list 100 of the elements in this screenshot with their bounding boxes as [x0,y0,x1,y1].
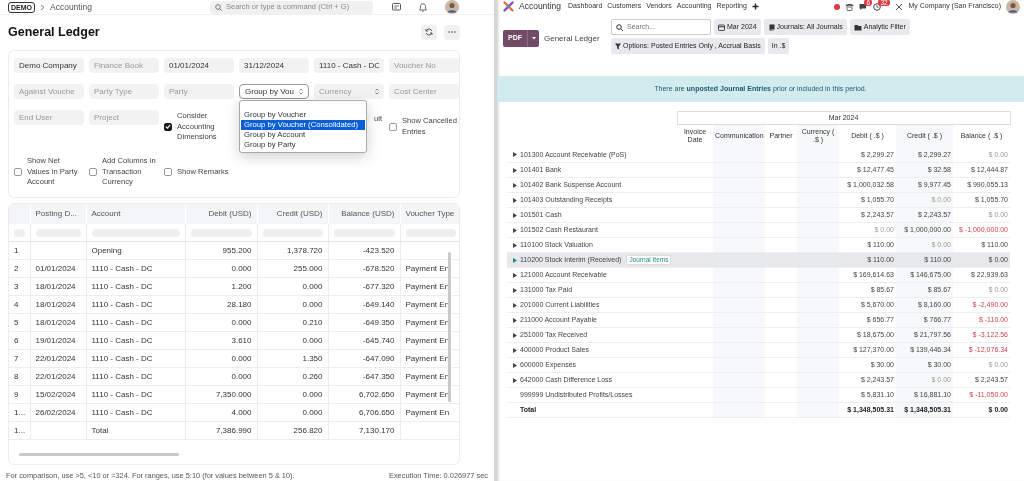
filter-field[interactable]: Party Type [89,83,159,99]
filter-field[interactable]: 31/12/2024 [239,57,309,73]
clock-icon[interactable] [873,2,882,11]
table-cell: Opening [86,241,185,260]
table-cell: 1110 - Cash - DC [86,349,185,368]
chevron-icon [40,3,45,11]
chat-icon[interactable] [859,2,869,11]
checkbox[interactable] [389,122,397,131]
row-number: 6 [9,331,30,350]
table-cell: 6,706.650 [328,403,400,422]
table-cell: -423.520 [328,241,400,260]
table-cell: -645.740 [328,331,400,350]
checkbox[interactable] [164,122,172,131]
checkbox[interactable] [89,167,97,176]
row-number: 1 [9,241,30,260]
folder-icon [853,23,862,31]
expand-caret-icon[interactable] [513,197,517,203]
filter-field[interactable]: Voucher No [389,57,459,73]
table-cell: 0.000 [257,385,328,404]
calendar-icon [718,23,725,31]
row-number: 4 [9,295,30,314]
row-number: 3 [9,277,30,296]
expand-caret-icon[interactable] [513,212,517,218]
filter-field[interactable]: Party [164,83,234,99]
expand-caret-icon[interactable] [513,242,517,248]
table-cell: 1110 - Cash - DC [86,259,185,278]
table-cell: 1110 - Cash - DC [86,277,185,296]
table-cell: -647.350 [328,367,400,386]
phone-icon[interactable] [845,2,855,11]
column-header: Balance (USD) [328,203,400,224]
expand-caret-icon[interactable] [513,182,517,188]
table-cell: 1110 - Cash - DC [86,385,185,404]
row-number: 8 [9,367,30,386]
book-icon [767,23,775,31]
table-cell: 256.820 [257,421,328,440]
expand-caret-icon[interactable] [513,152,517,158]
search-icon [616,23,623,31]
column-header: Account [86,203,185,224]
column-header: Credit (USD) [257,203,328,224]
report-title: General Ledger [544,32,600,45]
table-cell: 955.200 [185,241,257,260]
select-field[interactable]: Group by Vou [239,83,309,99]
filter-field[interactable]: End User [14,109,84,125]
more-icon [448,31,456,34]
row-number: 1... [9,421,30,440]
table-cell: -649.350 [328,313,400,332]
table-cell: 28.180 [185,295,257,314]
expand-caret-icon[interactable] [513,362,517,368]
plus-icon[interactable] [751,3,759,10]
row-number: 9 [9,385,30,404]
avatar-icon[interactable] [445,0,459,14]
table-cell: 1110 - Cash - DC [86,331,185,350]
expand-caret-icon[interactable] [513,287,517,293]
filter-field[interactable]: Project [89,109,159,125]
column-header: Posting D... [30,203,86,224]
expand-caret-icon[interactable] [513,167,517,173]
table-cell: 22/01/2024 [30,367,86,386]
table-cell: 0.000 [185,367,257,386]
table-cell: 15/02/2024 [30,385,86,404]
filter-field[interactable]: Finance Book [89,57,159,73]
avatar-icon[interactable] [1006,0,1020,14]
table-cell: Total [86,421,185,440]
table-cell: Payment En [400,403,459,422]
table-cell: 0.000 [185,313,257,332]
table-cell: 7,386.990 [185,421,257,440]
filter-field[interactable]: Cost Center [389,83,459,99]
table-cell: 26/02/2024 [30,403,86,422]
table-cell: 1,378.720 [257,241,328,260]
table-cell: 1110 - Cash - DC [86,295,185,314]
filter-field[interactable]: Against Vouche [14,83,84,99]
expand-caret-icon[interactable] [513,272,517,278]
table-cell: 0.000 [257,331,328,350]
expand-caret-icon[interactable] [513,377,517,383]
table-cell: 1110 - Cash - DC [86,367,185,386]
status-dot-icon[interactable] [834,3,841,10]
filter-field[interactable]: Demo Company [14,57,84,73]
select-arrow-icon [375,87,379,95]
table-cell: 0.000 [257,403,328,422]
dropdown-toggle-button[interactable] [527,30,539,47]
table-cell: -649.140 [328,295,400,314]
table-cell: 0.000 [257,295,328,314]
table-cell: 18/01/2024 [30,295,86,314]
filter-field[interactable]: 01/01/2024 [164,57,234,73]
filter-field[interactable]: 1110 - Cash - DC [314,57,384,73]
bell-icon[interactable] [419,2,427,12]
chat-icon[interactable] [392,2,401,12]
select-arrow-icon [299,87,303,95]
expand-caret-icon[interactable] [513,317,517,323]
search-icon [215,3,222,11]
checkbox[interactable] [164,167,172,176]
expand-caret-icon[interactable] [513,332,517,338]
refresh-button[interactable] [421,24,437,40]
table-cell: 0.000 [185,259,257,278]
expand-caret-icon[interactable] [513,302,517,308]
breadcrumb-link[interactable]: Accounting [50,0,93,14]
table-cell: 255.000 [257,259,328,278]
expand-caret-icon[interactable] [513,227,517,233]
expand-caret-icon[interactable] [513,347,517,353]
app-logo-icon[interactable] [503,1,514,12]
checkbox[interactable] [14,167,22,176]
